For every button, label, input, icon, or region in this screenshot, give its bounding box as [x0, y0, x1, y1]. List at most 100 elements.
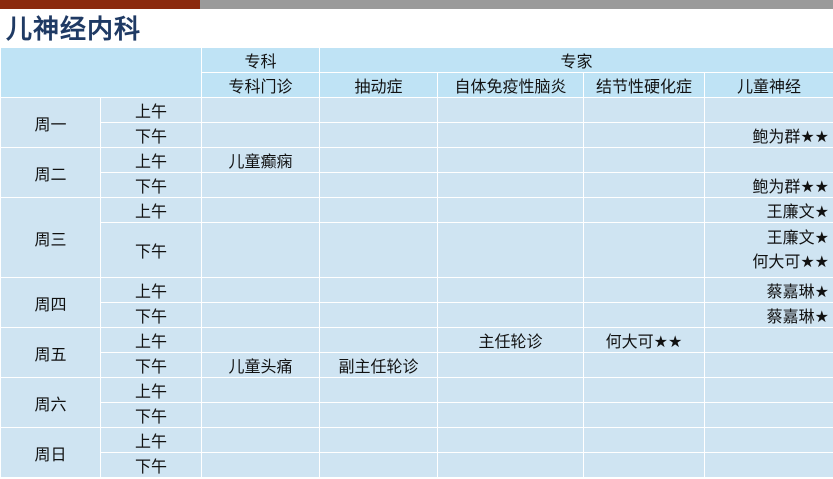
- schedule-cell: [319, 172, 438, 198]
- schedule-cell: [319, 452, 438, 478]
- schedule-cell: [583, 222, 705, 278]
- day-label: 周五: [0, 327, 101, 378]
- schedule-cell: [319, 97, 438, 123]
- schedule-cell: [437, 452, 584, 478]
- period-label: 下午: [100, 402, 202, 428]
- day-label: 周一: [0, 97, 101, 148]
- table-row: 下午 蔡嘉琳★: [1, 302, 833, 328]
- schedule-cell: [583, 452, 705, 478]
- schedule-cell: [437, 147, 584, 173]
- schedule-cell: [703, 427, 833, 453]
- top-accent-bar-left: [0, 0, 200, 9]
- schedule-cell: [201, 377, 320, 403]
- schedule-cell: [201, 197, 320, 223]
- schedule-cell: [319, 122, 438, 148]
- schedule-cell: [201, 402, 320, 428]
- table-row: 周四 上午 蔡嘉琳★: [0, 277, 833, 328]
- schedule-cell: [703, 377, 833, 403]
- header-col-child-neuro: 儿童神经: [703, 72, 833, 98]
- table-row: 周五 上午 主任轮诊 何大可★★: [0, 327, 833, 378]
- schedule-cell: [319, 222, 438, 278]
- schedule-cell: [437, 97, 584, 123]
- period-label: 下午: [100, 352, 202, 378]
- doctor-entry: 王廉文★: [766, 228, 830, 247]
- schedule-cell: [583, 147, 705, 173]
- schedule-cell: [583, 427, 705, 453]
- schedule-cell: 蔡嘉琳★: [703, 277, 833, 303]
- schedule-cell: [437, 427, 584, 453]
- header-col-clinic: 专科门诊: [201, 72, 320, 98]
- header-col-tic: 抽动症: [319, 72, 438, 98]
- schedule-cell: [437, 377, 584, 403]
- table-row: 下午 王廉文★ 何大可★★: [1, 222, 833, 278]
- schedule-cell: [583, 97, 705, 123]
- schedule-cell: [583, 197, 705, 223]
- table-row: 周二 上午 儿童癫痫: [0, 147, 833, 198]
- schedule-cell: [201, 222, 320, 278]
- doctor-entry: 何大可★★: [752, 252, 830, 271]
- schedule-cell: [319, 327, 438, 353]
- schedule-cell: [319, 147, 438, 173]
- period-label: 上午: [100, 197, 202, 223]
- table-row: 下午 鲍为群★★: [1, 122, 833, 148]
- schedule-cell: [437, 277, 584, 303]
- schedule-cell: [583, 277, 705, 303]
- period-label: 下午: [100, 172, 202, 198]
- schedule-cell: [583, 302, 705, 328]
- schedule-cell: [583, 122, 705, 148]
- schedule-cell: [201, 122, 320, 148]
- schedule-cell: [437, 197, 584, 223]
- schedule-cell: [583, 377, 705, 403]
- table-row: 下午: [1, 452, 833, 478]
- schedule-cell: [703, 327, 833, 353]
- schedule-cell: [201, 302, 320, 328]
- schedule-cell: [201, 452, 320, 478]
- schedule-cell: [437, 172, 584, 198]
- schedule-cell: [437, 222, 584, 278]
- schedule-cell: [201, 427, 320, 453]
- period-label: 上午: [100, 427, 202, 453]
- schedule-cell: [703, 97, 833, 123]
- period-label: 上午: [100, 97, 202, 123]
- table-row: 周日 上午: [0, 427, 833, 478]
- period-label: 下午: [100, 452, 202, 478]
- schedule-cell: [201, 277, 320, 303]
- schedule-cell: 儿童癫痫: [201, 147, 320, 173]
- table-row: 周六 上午: [0, 377, 833, 428]
- schedule-cell: 王廉文★ 何大可★★: [703, 222, 833, 278]
- schedule-cell: [319, 402, 438, 428]
- header-col-encephalitis: 自体免疫性脑炎: [437, 72, 584, 98]
- header-col-tuberous-sclerosis: 结节性硬化症: [583, 72, 705, 98]
- header-corner: [0, 47, 202, 98]
- period-label: 上午: [100, 147, 202, 173]
- top-accent-bar-right: [200, 0, 833, 9]
- day-label: 周四: [0, 277, 101, 328]
- day-label: 周日: [0, 427, 101, 478]
- header-row-groups: 专科 专家: [0, 47, 833, 98]
- period-label: 上午: [100, 327, 202, 353]
- schedule-cell: [437, 352, 584, 378]
- schedule-cell: [703, 352, 833, 378]
- schedule-cell: 鲍为群★★: [703, 172, 833, 198]
- schedule-cell: 蔡嘉琳★: [703, 302, 833, 328]
- schedule-table: 专科 专家 专科门诊 抽动症 自体免疫性脑炎 结节性硬化症 儿童神经 周一 上午…: [0, 47, 833, 478]
- table-row: 下午 鲍为群★★: [1, 172, 833, 198]
- period-label: 下午: [100, 302, 202, 328]
- schedule-cell: [201, 172, 320, 198]
- schedule-cell: [703, 452, 833, 478]
- schedule-cell: 王廉文★: [703, 197, 833, 223]
- table-row: 周三 上午 王廉文★: [0, 197, 833, 278]
- schedule-cell: 鲍为群★★: [703, 122, 833, 148]
- schedule-cell: [583, 352, 705, 378]
- top-accent-bar: [0, 0, 833, 9]
- day-label: 周三: [0, 197, 101, 278]
- schedule-cell: [437, 302, 584, 328]
- period-label: 下午: [100, 122, 202, 148]
- schedule-cell: 何大可★★: [583, 327, 705, 353]
- schedule-cell: [319, 197, 438, 223]
- page-title: 儿神经内科: [6, 15, 142, 45]
- schedule-cell: [703, 402, 833, 428]
- schedule-cell: [319, 302, 438, 328]
- schedule-cell: [319, 277, 438, 303]
- schedule-cell: [319, 377, 438, 403]
